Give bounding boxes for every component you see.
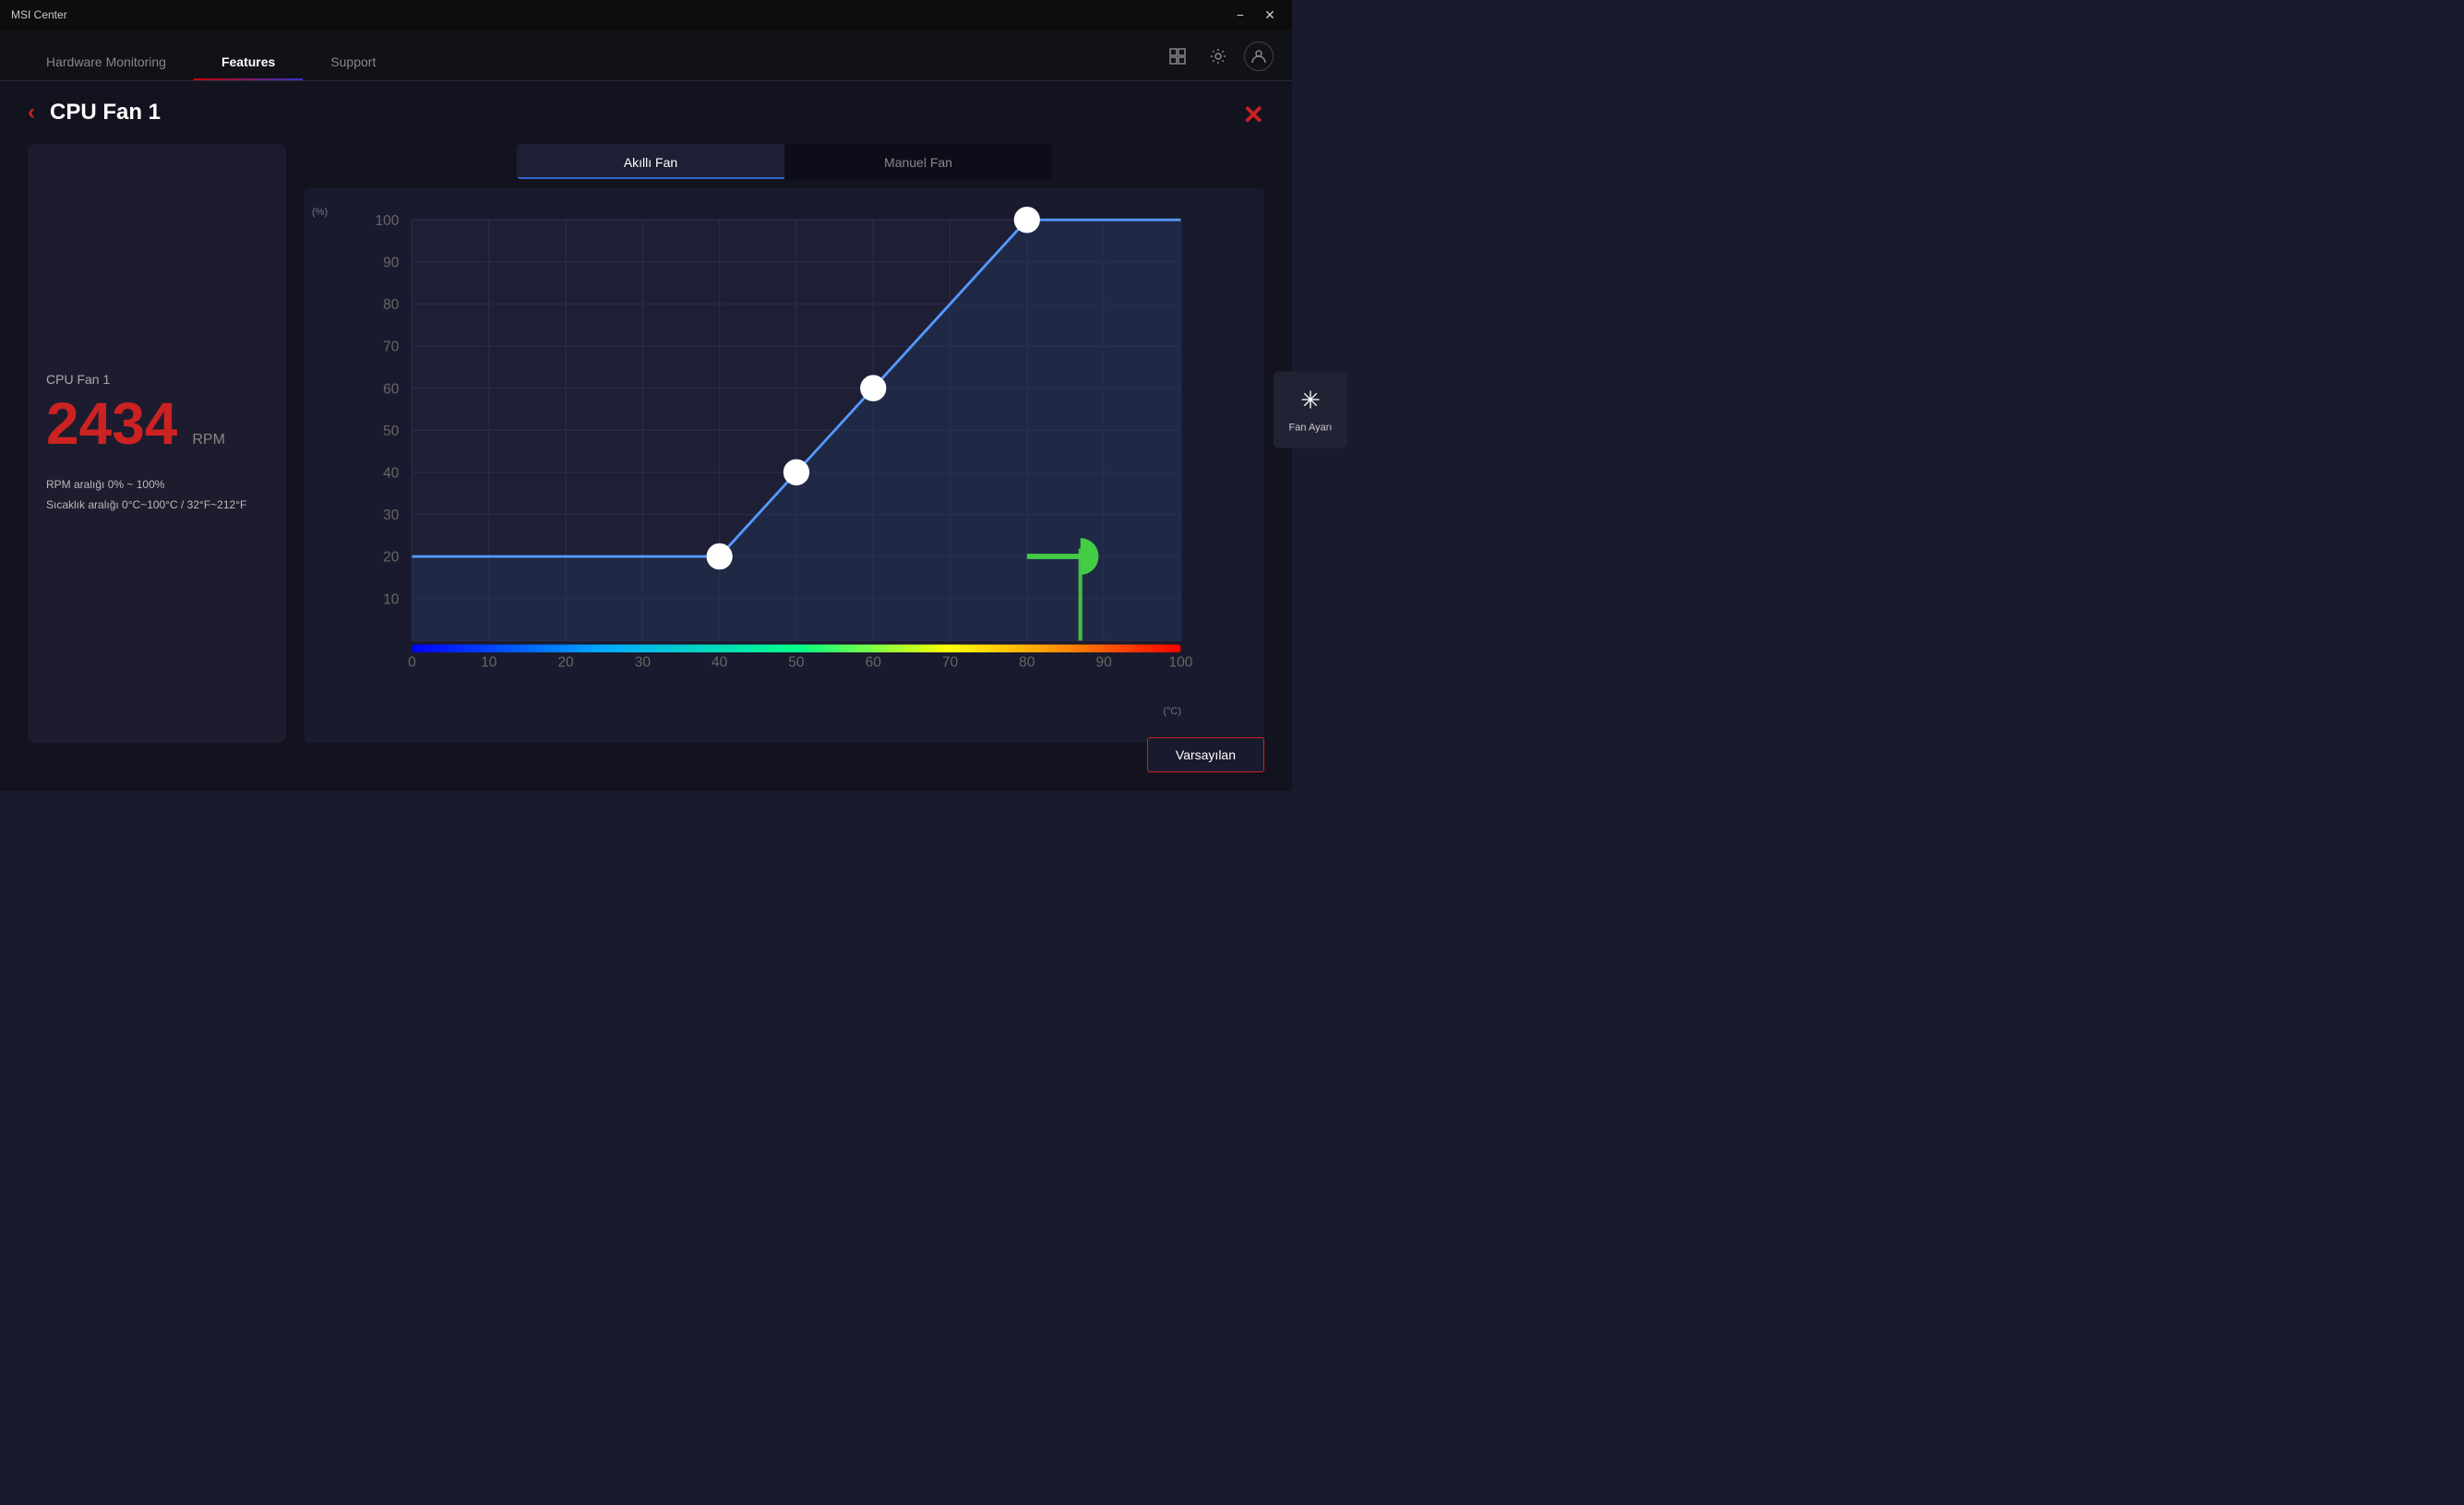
grid-view-button[interactable]	[1163, 42, 1192, 71]
content-area: CPU Fan 1 2434 RPM RPM aralığı 0% ~ 100%…	[28, 144, 1264, 743]
svg-text:60: 60	[383, 381, 400, 397]
nav-icon-group	[1163, 42, 1274, 80]
nav-bar: Hardware Monitoring Features Support	[0, 30, 1292, 81]
page-close-button[interactable]: ✕	[1243, 100, 1264, 130]
fan-settings-label: Fan Ayarı	[1289, 423, 1333, 434]
mode-selector: Akıllı Fan Manuel Fan	[517, 144, 1052, 179]
control-point-1[interactable]	[708, 544, 731, 568]
minimize-button[interactable]: −	[1229, 4, 1251, 26]
svg-text:0: 0	[408, 654, 416, 670]
tab-support[interactable]: Support	[303, 30, 403, 80]
chart-x-label: (°C)	[1163, 706, 1181, 717]
svg-text:100: 100	[1168, 654, 1192, 670]
right-panel: Akıllı Fan Manuel Fan (%) (°C)	[305, 144, 1264, 743]
window-close-button[interactable]: ✕	[1259, 4, 1281, 26]
app-title: MSI Center	[11, 8, 67, 21]
grid-icon	[1169, 48, 1186, 65]
control-point-3[interactable]	[862, 376, 885, 400]
svg-text:10: 10	[383, 591, 400, 607]
gear-icon	[1209, 47, 1227, 66]
settings-button[interactable]	[1203, 42, 1233, 71]
svg-text:50: 50	[383, 423, 400, 438]
svg-text:80: 80	[1019, 654, 1035, 670]
page-title: CPU Fan 1	[50, 100, 161, 125]
back-button[interactable]: ‹	[28, 100, 35, 125]
fan-settings-icon: ✳	[1300, 387, 1321, 415]
fan-rpm-value: 2434	[46, 394, 177, 453]
svg-text:60: 60	[866, 654, 882, 670]
svg-text:90: 90	[383, 255, 400, 270]
svg-text:10: 10	[481, 654, 497, 670]
fan-ranges: RPM aralığı 0% ~ 100% Sıcaklık aralığı 0…	[46, 475, 268, 515]
control-point-2[interactable]	[784, 460, 807, 484]
chart-y-label: (%)	[312, 207, 328, 218]
svg-text:40: 40	[712, 654, 728, 670]
svg-text:30: 30	[383, 508, 400, 523]
nav-tabs: Hardware Monitoring Features Support	[18, 30, 403, 80]
svg-text:70: 70	[383, 339, 400, 354]
manual-fan-mode-button[interactable]: Manuel Fan	[784, 144, 1052, 179]
svg-text:80: 80	[383, 297, 400, 313]
left-panel: CPU Fan 1 2434 RPM RPM aralığı 0% ~ 100%…	[28, 144, 286, 743]
svg-text:30: 30	[635, 654, 652, 670]
control-point-4[interactable]	[1015, 208, 1038, 232]
user-button[interactable]	[1244, 42, 1274, 71]
tab-features[interactable]: Features	[194, 30, 303, 80]
chart-container: (%) (°C)	[305, 188, 1264, 743]
main-content: ‹ CPU Fan 1 ✕ CPU Fan 1 2434 RPM RPM ara…	[0, 81, 1292, 791]
title-bar: MSI Center − ✕	[0, 0, 1292, 30]
fan-rpm-unit: RPM	[192, 432, 225, 448]
svg-text:20: 20	[383, 549, 400, 565]
window-controls: − ✕	[1229, 4, 1281, 26]
svg-text:90: 90	[1095, 654, 1112, 670]
smart-fan-mode-button[interactable]: Akıllı Fan	[517, 144, 784, 179]
svg-text:70: 70	[942, 654, 959, 670]
user-icon	[1250, 48, 1267, 65]
svg-text:40: 40	[383, 465, 400, 481]
svg-text:50: 50	[788, 654, 805, 670]
fan-settings-button[interactable]: ✳ Fan Ayarı	[1274, 372, 1347, 448]
default-button[interactable]: Varsayılan	[1147, 737, 1264, 772]
fan-curve-chart: 100 90 80 70 60 50 40 30 20 10 0 10 20 3…	[360, 207, 1246, 706]
svg-text:100: 100	[375, 212, 399, 228]
tab-hardware-monitoring[interactable]: Hardware Monitoring	[18, 30, 194, 80]
svg-text:20: 20	[557, 654, 574, 670]
page-header: ‹ CPU Fan 1	[28, 100, 1264, 125]
fan-label: CPU Fan 1	[46, 372, 268, 387]
